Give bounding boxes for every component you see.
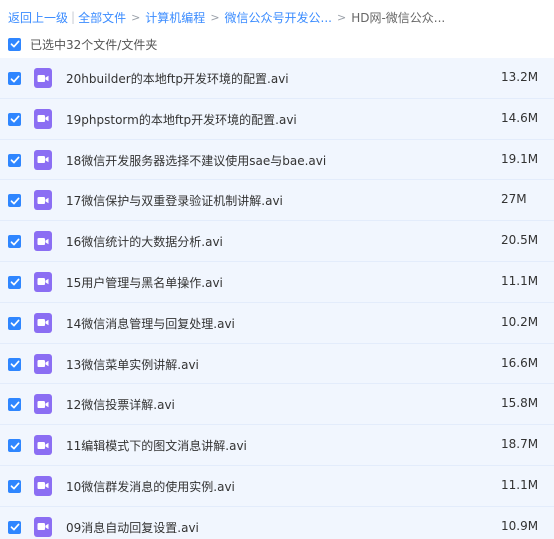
file-name[interactable]: 11编辑模式下的图文消息讲解.avi: [66, 437, 247, 454]
video-camera-icon: [37, 523, 49, 531]
checkmark-icon: [10, 197, 19, 205]
breadcrumb-level1[interactable]: 计算机编程: [145, 9, 205, 26]
file-checkbox[interactable]: [8, 316, 21, 330]
file-name[interactable]: 18微信开发服务器选择不建议使用sae与bae.avi: [66, 152, 326, 169]
breadcrumb-chevron-icon: >: [131, 10, 141, 24]
video-file-icon: [34, 149, 52, 170]
back-link[interactable]: 返回上一级: [8, 9, 68, 26]
breadcrumb: 返回上一级 | 全部文件 > 计算机编程 > 微信公众号开发公... > HD网…: [8, 8, 445, 26]
file-row[interactable]: 19phpstorm的本地ftp开发环境的配置.avi 14.6M: [0, 98, 554, 140]
checkmark-icon: [10, 115, 19, 123]
file-size: 11.1M: [501, 477, 539, 492]
video-camera-icon: [37, 196, 49, 204]
file-row[interactable]: 10微信群发消息的使用实例.avi 11.1M: [0, 465, 554, 507]
video-camera-icon: [37, 237, 49, 245]
file-size: 27M: [501, 192, 527, 207]
file-name[interactable]: 13微信菜单实例讲解.avi: [66, 356, 199, 373]
video-camera-icon: [37, 156, 49, 164]
file-size: 20.5M: [501, 233, 539, 248]
video-file-icon: [34, 190, 52, 211]
checkmark-icon: [10, 75, 19, 82]
checkmark-icon: [10, 442, 19, 450]
breadcrumb-chevron-icon: >: [336, 10, 347, 24]
file-row[interactable]: 20hbuilder的本地ftp开发环境的配置.avi 13.2M: [0, 58, 554, 99]
video-camera-icon: [37, 360, 49, 368]
selection-count-label: 已选中32个文件/文件夹: [30, 37, 158, 52]
file-name[interactable]: 09消息自动回复设置.avi: [66, 519, 199, 536]
file-checkbox[interactable]: [8, 398, 21, 412]
file-checkbox[interactable]: [8, 235, 21, 249]
file-list: 20hbuilder的本地ftp开发环境的配置.avi 13.2M 19phpsto…: [0, 58, 554, 539]
video-camera-icon: [37, 482, 49, 490]
video-file-icon: [34, 475, 52, 496]
breadcrumb-chevron-icon: >: [210, 10, 220, 24]
breadcrumb-divider: |: [71, 10, 76, 24]
file-name[interactable]: 15用户管理与黑名单操作.avi: [66, 274, 223, 291]
checkmark-icon: [10, 279, 19, 286]
file-checkbox[interactable]: [8, 439, 21, 453]
checkmark-icon: [10, 360, 19, 368]
checkmark-icon: [10, 156, 19, 164]
file-row[interactable]: 11编辑模式下的图文消息讲解.avi 18.7M: [0, 425, 554, 466]
video-file-icon: [34, 516, 52, 537]
file-row[interactable]: 09消息自动回复设置.avi 10.9M: [0, 506, 554, 539]
file-row[interactable]: 16微信统计的大数据分析.avi 20.5M: [0, 221, 554, 262]
video-camera-icon: [37, 278, 49, 286]
video-file-icon: [34, 394, 52, 415]
file-size: 16.6M: [501, 355, 539, 370]
video-file-icon: [34, 108, 52, 129]
file-size: 11.1M: [501, 273, 539, 288]
file-name[interactable]: 19phpstorm的本地ftp开发环境的配置.avi: [66, 111, 297, 128]
file-name[interactable]: 16微信统计的大数据分析.avi: [66, 233, 223, 250]
file-checkbox[interactable]: [8, 72, 21, 85]
file-size: 15.8M: [501, 396, 539, 411]
file-checkbox[interactable]: [8, 357, 21, 371]
file-size: 13.2M: [501, 70, 539, 84]
breadcrumb-current: HD网-微信公众...: [351, 10, 446, 25]
video-file-icon: [34, 271, 52, 292]
file-size: 10.2M: [501, 314, 539, 329]
file-name[interactable]: 12微信投票详解.avi: [66, 396, 175, 413]
video-camera-icon: [37, 441, 49, 449]
video-file-icon: [34, 435, 52, 456]
video-file-icon: [34, 231, 52, 252]
file-name[interactable]: 17微信保护与双重登录验证机制讲解.avi: [66, 192, 283, 209]
file-size: 14.6M: [501, 110, 539, 125]
file-name[interactable]: 14微信消息管理与回复处理.avi: [66, 315, 235, 332]
select-all-checkbox[interactable]: [8, 37, 21, 51]
file-checkbox[interactable]: [8, 479, 21, 493]
selection-summary: 已选中32个文件/文件夹: [8, 35, 157, 53]
video-camera-icon: [37, 319, 49, 327]
file-checkbox[interactable]: [8, 275, 21, 289]
file-checkbox[interactable]: [8, 112, 21, 126]
video-camera-icon: [37, 115, 49, 123]
checkmark-icon: [10, 40, 19, 48]
file-row[interactable]: 15用户管理与黑名单操作.avi 11.1M: [0, 261, 554, 303]
checkmark-icon: [10, 523, 19, 531]
video-file-icon: [34, 312, 52, 333]
breadcrumb-all-files[interactable]: 全部文件: [78, 9, 126, 26]
checkmark-icon: [10, 238, 19, 246]
file-name[interactable]: 20hbuilder的本地ftp开发环境的配置.avi: [66, 70, 289, 87]
file-checkbox[interactable]: [8, 153, 21, 167]
file-size: 18.7M: [501, 437, 539, 452]
video-file-icon: [34, 68, 52, 88]
file-checkbox[interactable]: [8, 194, 21, 208]
video-file-icon: [34, 353, 52, 374]
checkmark-icon: [10, 319, 19, 327]
file-size: 19.1M: [501, 151, 539, 166]
video-camera-icon: [37, 74, 49, 82]
file-row[interactable]: 18微信开发服务器选择不建议使用sae与bae.avi 19.1M: [0, 139, 554, 181]
file-row[interactable]: 17微信保护与双重登录验证机制讲解.avi 27M: [0, 180, 554, 222]
checkmark-icon: [10, 401, 19, 409]
file-row[interactable]: 14微信消息管理与回复处理.avi 10.2M: [0, 302, 554, 344]
checkmark-icon: [10, 483, 19, 490]
file-size: 10.9M: [501, 518, 539, 533]
file-name[interactable]: 10微信群发消息的使用实例.avi: [66, 478, 235, 495]
breadcrumb-level2[interactable]: 微信公众号开发公...: [225, 9, 332, 26]
file-row[interactable]: 13微信菜单实例讲解.avi 16.6M: [0, 343, 554, 385]
file-checkbox[interactable]: [8, 520, 21, 534]
file-row[interactable]: 12微信投票详解.avi 15.8M: [0, 384, 554, 426]
video-camera-icon: [37, 400, 49, 408]
